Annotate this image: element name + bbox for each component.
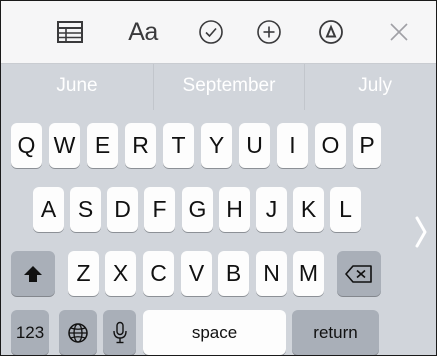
suggestion-july[interactable]: July [305,64,436,110]
suggestion-june[interactable]: June [1,64,153,110]
checklist-button[interactable] [194,15,228,49]
space-key-label: space [191,322,238,342]
text-format-label: Aa [128,17,158,46]
numbers-key-label: 123 [15,322,45,342]
globe-icon [68,322,88,343]
key-o[interactable]: O [315,123,346,168]
key-r[interactable]: R [125,123,156,168]
key-a[interactable]: A [33,187,64,232]
key-j[interactable]: J [256,187,287,232]
key-p[interactable]: P [353,123,381,168]
key-x[interactable]: X [105,251,136,296]
globe-key[interactable] [59,310,97,355]
plus-circle-icon [257,20,281,44]
shift-key[interactable] [11,251,55,296]
key-u[interactable]: U [239,123,270,168]
next-keyboard-chevron[interactable] [414,215,428,254]
key-y[interactable]: Y [201,123,232,168]
key-z[interactable]: Z [68,251,99,296]
key-g[interactable]: G [182,187,213,232]
keyboard-screen: Aa June September July Q W E R T Y U I O… [0,0,437,356]
table-icon [57,21,83,43]
key-h[interactable]: H [219,187,250,232]
markup-button[interactable] [314,15,348,49]
predictive-text-bar: June September July [1,64,436,110]
key-n[interactable]: N [256,251,287,296]
table-button[interactable] [53,15,87,49]
backspace-icon [345,264,372,283]
add-button[interactable] [252,15,286,49]
key-t[interactable]: T [163,123,194,168]
checkmark-circle-icon [199,20,223,44]
close-icon [390,23,408,41]
chevron-right-icon [415,216,427,248]
key-q[interactable]: Q [11,123,42,168]
key-c[interactable]: C [143,251,174,296]
key-i[interactable]: I [277,123,308,168]
return-key[interactable]: return [292,310,379,355]
dictation-key[interactable] [103,310,136,355]
key-w[interactable]: W [49,123,80,168]
key-f[interactable]: F [144,187,175,232]
space-key[interactable]: space [143,310,286,355]
key-k[interactable]: K [293,187,324,232]
key-b[interactable]: B [218,251,249,296]
key-d[interactable]: D [107,187,138,232]
formatting-toolbar: Aa [1,1,436,64]
close-button[interactable] [382,15,416,49]
suggestion-september[interactable]: September [154,64,304,110]
text-format-button[interactable]: Aa [119,15,167,49]
shift-arrow-icon [24,265,42,282]
key-e[interactable]: E [87,123,118,168]
numbers-key[interactable]: 123 [11,310,49,355]
pen-tip-circle-icon [319,20,343,44]
delete-key[interactable] [337,251,381,296]
key-s[interactable]: S [70,187,101,232]
return-key-label: return [313,322,358,342]
key-l[interactable]: L [330,187,361,232]
microphone-icon [112,321,127,343]
key-v[interactable]: V [181,251,212,296]
key-m[interactable]: M [293,251,324,296]
